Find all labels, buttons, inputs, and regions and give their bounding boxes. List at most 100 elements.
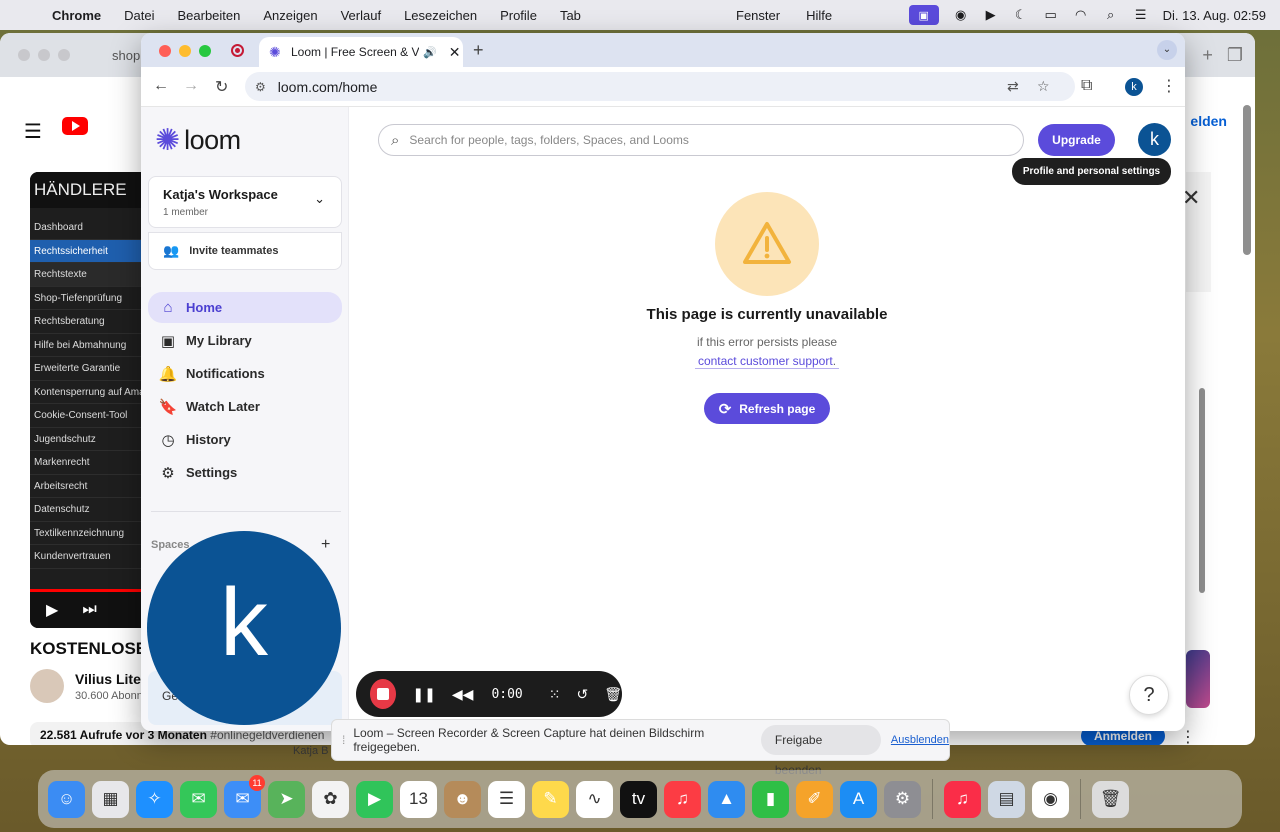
maps-icon[interactable]: ➤ [268,780,305,818]
tab-loom[interactable]: ✺ Loom | Free Screen & Video 🔊 ✕ [259,37,463,67]
menu-lesezeichen[interactable]: Lesezeichen [404,8,477,23]
translate-icon[interactable]: ⇄ [1007,78,1019,95]
reload-icon[interactable]: ↻ [215,77,228,97]
bg-traffic-dot[interactable] [38,49,50,61]
menu-clock[interactable]: Di. 13. Aug. 02:59 [1163,8,1266,23]
sidebar-item-my-library[interactable]: ▣ My Library [148,325,342,356]
pause-icon[interactable]: ❚❚ [412,686,435,703]
scrollbar[interactable] [1199,388,1205,593]
profile-avatar[interactable]: k [1138,123,1171,156]
window-scrollbar[interactable] [1243,105,1251,255]
menu-verlauf[interactable]: Verlauf [341,8,381,23]
numbers-icon[interactable]: ▮ [752,780,789,818]
keynote-icon[interactable]: ▲ [708,780,745,818]
invite-teammates-button[interactable]: 👥 Invite teammates [148,232,342,270]
launchpad-icon[interactable]: ▦ [92,780,129,818]
safari-icon[interactable]: ✧ [136,780,173,818]
minimize-window-button[interactable] [179,45,191,57]
zoom-window-button[interactable] [199,45,211,57]
spotlight-search-icon[interactable]: ⌕ [1103,7,1119,23]
channel-avatar[interactable] [30,669,64,703]
camera-bubble-avatar[interactable]: k [147,531,341,725]
hide-notice-link[interactable]: Ausblenden [891,734,949,746]
play-icon[interactable]: ▶ [983,7,999,23]
pages-icon[interactable]: ✐ [796,780,833,818]
menu-fenster[interactable]: Fenster [736,8,780,23]
finder-icon[interactable]: ☺ [48,780,85,818]
stop-recording-button[interactable] [370,679,397,709]
address-bar[interactable]: ⚙ loom.com/home ⇄ ☆ [245,72,1075,101]
youtube-logo-icon[interactable] [62,117,88,135]
contacts-icon[interactable]: ☻ [444,780,481,818]
menu-bearbeiten[interactable]: Bearbeiten [177,8,240,23]
rewind-icon[interactable]: ◀◀ [452,686,474,703]
freeform-icon[interactable]: ∿ [576,780,613,818]
related-video-thumbnail[interactable] [1186,650,1210,708]
new-tab-button[interactable]: + [473,40,484,61]
play-icon[interactable]: ▶ [46,600,58,620]
sidebar-item-notifications[interactable]: 🔔 Notifications [148,358,342,389]
bookmark-star-icon[interactable]: ☆ [1037,78,1050,95]
tab-close-icon[interactable]: ✕ [449,44,461,61]
appstore-icon[interactable]: A [840,780,877,818]
menu-app-chrome[interactable]: Chrome [52,8,101,23]
photos-icon[interactable]: ✿ [312,780,349,818]
bg-tab[interactable]: shop [112,48,140,63]
notes-icon[interactable]: ✎ [532,780,569,818]
music-red-icon[interactable]: ♫ [944,780,981,818]
menu-profile[interactable]: Profile [500,8,537,23]
chrome-menu-icon[interactable]: ⋮ [1161,76,1177,96]
trash-icon[interactable]: 🗑 [1092,780,1129,818]
control-center-icon[interactable]: ☰ [1133,7,1149,23]
upgrade-button[interactable]: Upgrade [1038,124,1115,156]
preview-icon[interactable]: ▤ [988,780,1025,818]
stop-sharing-button[interactable]: Freigabe beenden [760,725,881,777]
sidebar-item-settings[interactable]: ⚙ Settings [148,457,342,488]
messages-icon[interactable]: ✉ [180,780,217,818]
settings-icon[interactable]: ⚙ [884,780,921,818]
tv-icon[interactable]: tv [620,780,657,818]
sign-in-link[interactable]: elden [1190,113,1227,129]
menu-hilfe[interactable]: Hilfe [806,8,832,23]
menu-anzeigen[interactable]: Anzeigen [263,8,317,23]
contact-support-text[interactable]: contact customer support [698,354,833,368]
reminders-icon[interactable]: ☰ [488,780,525,818]
loom-status-icon[interactable]: ▣ [908,5,939,25]
site-info-icon[interactable]: ⚙ [255,80,266,94]
help-button[interactable]: ? [1129,675,1169,715]
loom-logo[interactable]: ✺ loom [155,125,241,156]
channel-name[interactable]: Vilius Lite [75,671,141,687]
calendar-icon[interactable]: 13 [400,780,437,818]
sidebar-item-history[interactable]: ◷ History [148,424,342,455]
workspace-switcher[interactable]: Katja's Workspace 1 member ⌄ [148,176,342,228]
tab-overview-icon[interactable]: ❐ [1227,45,1243,66]
extensions-puzzle-icon[interactable]: ⧉ [1081,77,1092,95]
back-icon[interactable]: ← [153,77,169,95]
focus-moon-icon[interactable]: ☾ [1013,7,1029,23]
refresh-page-button[interactable]: ⟳ Refresh page [704,393,830,424]
audio-speaker-icon[interactable]: 🔊 [423,46,437,59]
restart-icon[interactable]: ↺ [576,686,588,703]
facetime-icon[interactable]: ▶ [356,780,393,818]
next-icon[interactable]: ⏭ [82,601,96,619]
music-icon[interactable]: ♫ [664,780,701,818]
menu-tab[interactable]: Tab [560,8,581,23]
menu-datei[interactable]: Datei [124,8,154,23]
hamburger-menu-icon[interactable]: ☰ [24,119,42,144]
mail-icon[interactable]: ✉ 11 [224,774,265,818]
drag-handle-icon[interactable]: ⁞ [342,733,345,747]
trash-icon[interactable]: 🗑 [604,686,622,703]
account-icon[interactable]: ◉ [953,7,969,23]
close-window-button[interactable] [159,45,171,57]
sidebar-item-watch-later[interactable]: 🔖 Watch Later [148,391,342,422]
chrome-icon[interactable]: ◉ [1032,780,1069,818]
tab-search-chevron-icon[interactable]: ⌄ [1157,40,1177,60]
search-input[interactable]: ⌕ Search for people, tags, folders, Spac… [378,124,1024,156]
forward-icon[interactable]: → [183,77,199,95]
chrome-profile-avatar[interactable]: k [1125,78,1143,96]
sidebar-item-home[interactable]: ⌂ Home [148,292,342,323]
bg-traffic-dot[interactable] [58,49,70,61]
wifi-icon[interactable]: ◠ [1073,7,1089,23]
video-player[interactable]: HÄNDLERE Dashboard Rechtssicherheit Rech… [30,172,142,628]
new-tab-icon[interactable]: + [1202,45,1213,66]
